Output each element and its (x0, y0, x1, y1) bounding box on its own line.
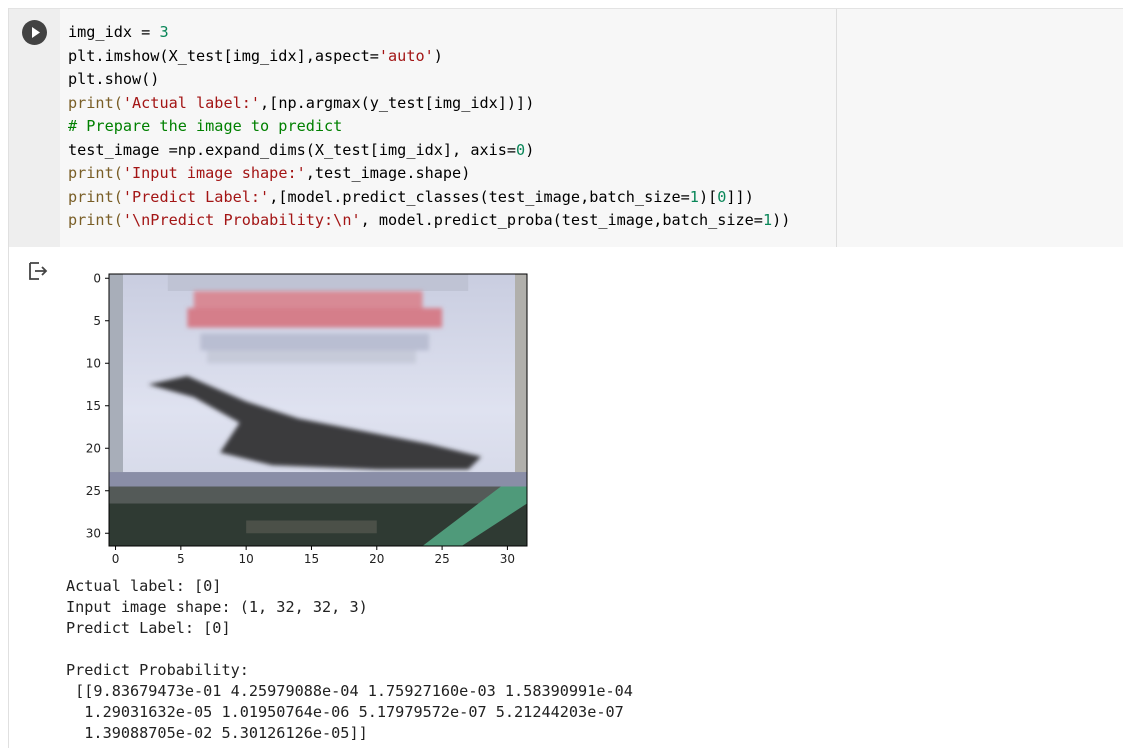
code-token: plt.imshow(X_test[img_idx],aspect= (68, 46, 379, 65)
code-token: ,test_image.shape) (305, 164, 471, 182)
code-token: img_idx = (68, 23, 160, 41)
code-token: 'Actual label:' (122, 93, 261, 112)
image-top-band (167, 274, 469, 291)
code-line: plt.show() (68, 70, 159, 88)
code-token: plt.show() (68, 70, 160, 88)
code-token: ) (525, 140, 535, 159)
output-line: 1.39088705e-02 5.30126126e-05]] (66, 724, 368, 742)
code-token: print( (68, 93, 123, 112)
plotted-image (109, 274, 527, 546)
code-token: 3 (159, 23, 169, 41)
y-tick-label: 20 (86, 441, 101, 455)
output-line: Predict Probability: (66, 661, 249, 679)
output-line: Predict Label: [0] (66, 619, 231, 637)
x-tick-label: 0 (112, 552, 120, 566)
x-tick-label: 30 (500, 552, 515, 566)
play-icon (32, 27, 40, 38)
code-token: 1 (762, 211, 773, 229)
code-token: # Prepare the image to predict (68, 117, 343, 135)
code-token: print( (68, 187, 123, 206)
code-token: ,[model.predict_classes(test_image,batch… (269, 187, 690, 206)
image-ground-band (109, 472, 527, 487)
code-line: # Prepare the image to predict (68, 117, 342, 135)
code-token: ) (433, 46, 443, 65)
x-tick-label: 25 (434, 552, 449, 566)
code-line: plt.imshow(X_test[img_idx],aspect='auto'… (68, 47, 443, 65)
y-tick-label: 30 (86, 526, 101, 540)
cell-gutter (9, 9, 60, 247)
code-token: )[ (698, 187, 718, 206)
y-tick-label: 5 (93, 314, 101, 328)
notebook-cell: img_idx = 3 plt.imshow(X_test[img_idx],a… (8, 8, 1123, 748)
image-grey-band (206, 350, 416, 364)
image-plot: 0 5 10 15 20 25 30 0 5 10 15 20 25 30 (86, 271, 528, 566)
x-tick-label: 20 (369, 552, 384, 566)
output-line: Input image shape: (1, 32, 32, 3) (66, 598, 368, 616)
code-line: print('\nPredict Probability:\n', model.… (68, 211, 790, 229)
code-token: 0 (516, 140, 526, 159)
code-cell: img_idx = 3 plt.imshow(X_test[img_idx],a… (9, 8, 1123, 247)
cell-output-text: Actual label: [0] Input image shape: (1,… (66, 576, 633, 744)
code-token: )) (772, 211, 791, 229)
code-line: print('Predict Label:',[model.predict_cl… (68, 188, 754, 206)
code-token: 'Predict Label:' (122, 187, 270, 206)
image-ground-band (246, 520, 377, 534)
code-token: print( (68, 164, 123, 182)
code-token: test_image =np.expand_dims(X_test[img_id… (68, 140, 517, 159)
code-line: img_idx = 3 (68, 23, 169, 41)
code-token: 'Input image shape:' (122, 164, 306, 182)
image-red-band (193, 291, 423, 308)
y-axis: 0 5 10 15 20 25 30 (86, 271, 109, 540)
code-token: ,[np.argmax(y_test[img_idx])]) (260, 93, 535, 112)
output-redirect-icon[interactable] (27, 260, 49, 282)
output-line: 1.29031632e-05 1.01950764e-06 5.17979572… (66, 703, 624, 721)
y-tick-label: 10 (86, 356, 101, 370)
run-cell-button[interactable] (22, 20, 47, 45)
x-tick-label: 10 (239, 552, 254, 566)
x-tick-label: 15 (304, 552, 319, 566)
code-token: , model.predict_proba(test_image,batch_s… (360, 211, 763, 229)
image-red-band (187, 308, 443, 328)
code-token: 'auto' (378, 46, 434, 65)
code-editor[interactable]: img_idx = 3 plt.imshow(X_test[img_idx],a… (60, 9, 837, 247)
code-token: print( (68, 211, 123, 229)
code-token: '\nPredict Probability:\n' (122, 211, 361, 229)
code-token: 1 (689, 187, 699, 206)
y-tick-label: 15 (86, 399, 101, 413)
code-line: print('Actual label:',[np.argmax(y_test[… (68, 94, 534, 112)
x-tick-label: 5 (177, 552, 185, 566)
code-text[interactable]: img_idx = 3 plt.imshow(X_test[img_idx],a… (68, 21, 790, 233)
code-line: print('Input image shape:',test_image.sh… (68, 164, 470, 182)
x-axis: 0 5 10 15 20 25 30 (112, 546, 515, 566)
output-line: Actual label: [0] (66, 577, 222, 595)
output-line: [[9.83679473e-01 4.25979088e-04 1.759271… (66, 682, 633, 700)
code-line: test_image =np.expand_dims(X_test[img_id… (68, 141, 534, 159)
image-ground-band (109, 486, 527, 504)
image-grey-band (200, 333, 430, 351)
y-tick-label: 0 (93, 271, 101, 285)
code-token: ]]) (726, 187, 754, 206)
y-tick-label: 25 (86, 484, 101, 498)
